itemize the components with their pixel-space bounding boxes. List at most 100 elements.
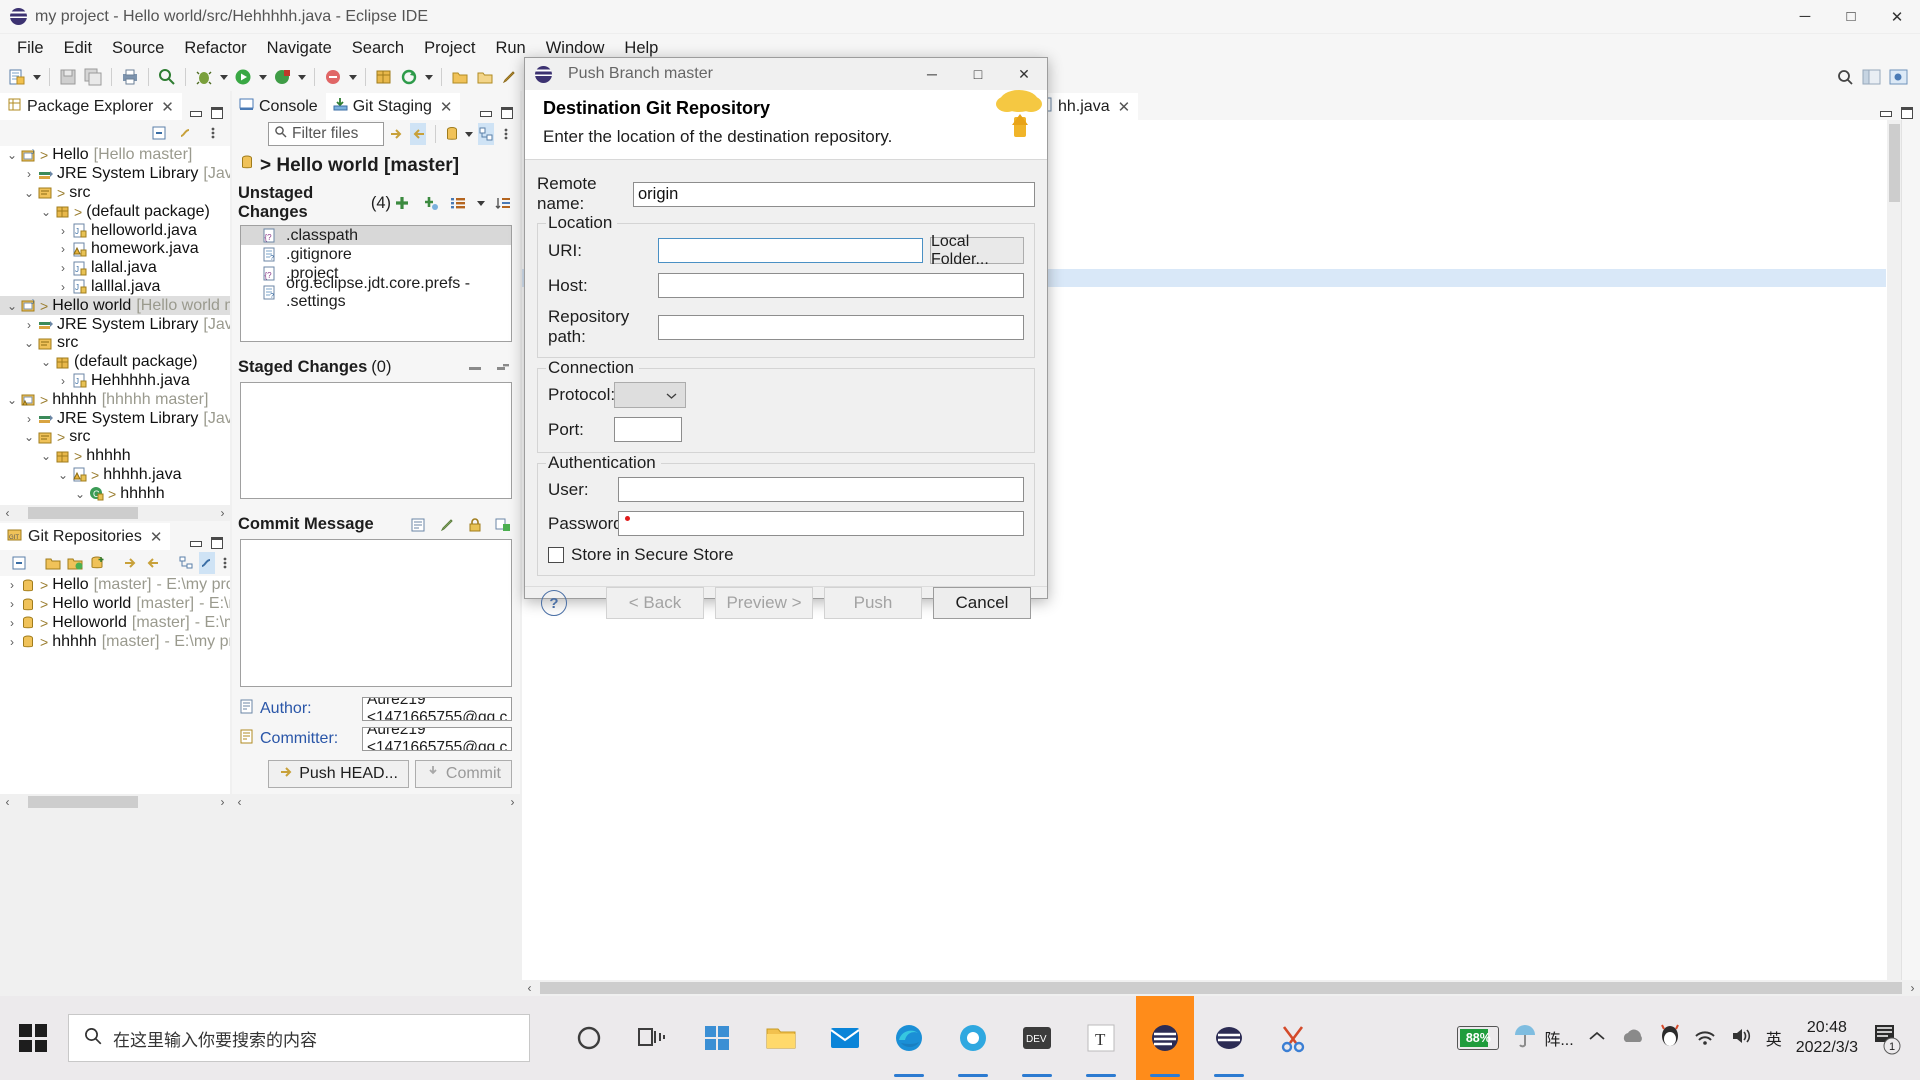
- amend-commit-icon[interactable]: [436, 514, 458, 536]
- menu-source[interactable]: Source: [103, 36, 173, 61]
- author-input[interactable]: Aure219 <1471665755@qq.c: [362, 697, 512, 721]
- tree-item-jre-system-library[interactable]: › JRE System Library[JavaSE-17: [0, 315, 230, 334]
- menu-edit[interactable]: Edit: [55, 36, 101, 61]
- unstaged-changes-list[interactable]: {? .classpath? .gitignore {? .project? org.ec…: [240, 225, 512, 342]
- open-folder-icon[interactable]: [449, 66, 471, 88]
- tree-item-jre-system-library[interactable]: › JRE System Library[JavaSE-17: [0, 165, 230, 184]
- unstage-selected-icon[interactable]: [492, 357, 514, 379]
- eclipse-secondary-icon[interactable]: [1200, 996, 1258, 1080]
- start-button[interactable]: [0, 996, 66, 1080]
- tree-item-default-package[interactable]: ⌄ > (default package): [0, 202, 230, 221]
- push-staging-icon[interactable]: [410, 123, 427, 145]
- minimize-view-button[interactable]: [479, 106, 493, 120]
- onedrive-icon[interactable]: [1620, 1028, 1646, 1049]
- staging-file-row[interactable]: {? .classpath: [241, 226, 511, 245]
- tree-item-src[interactable]: ⌄ > src: [0, 184, 230, 203]
- tab-console[interactable]: Console: [232, 93, 326, 120]
- eclipse-taskbar-icon[interactable]: [1136, 996, 1194, 1080]
- dev-app-icon[interactable]: DEV: [1008, 996, 1066, 1080]
- taskbar-clock[interactable]: 20:48 2022/3/3: [1796, 1018, 1858, 1058]
- twisty-expanded-icon[interactable]: ⌄: [38, 449, 54, 463]
- collapse-all-icon[interactable]: [11, 552, 27, 574]
- view-menu-icon[interactable]: [220, 552, 230, 574]
- committer-input[interactable]: Aure219 <1471665755@qq.c: [362, 727, 512, 751]
- twisty-collapsed-icon[interactable]: ›: [55, 242, 71, 256]
- tree-item-homework-java[interactable]: › homework.java: [0, 240, 230, 259]
- search-toolbar-icon[interactable]: [156, 66, 178, 88]
- password-input[interactable]: [618, 511, 1024, 536]
- coverage-icon[interactable]: [322, 66, 344, 88]
- tab-git-repositories[interactable]: GIT Git Repositories ✕: [0, 521, 171, 550]
- mail-icon[interactable]: [816, 996, 874, 1080]
- window-minimize-button[interactable]: ─: [1782, 0, 1828, 33]
- scroll-right-button[interactable]: ›: [215, 505, 230, 521]
- tree-item-lalllal-java[interactable]: › Jlalllal.java: [0, 278, 230, 297]
- twisty-expanded-icon[interactable]: ⌄: [21, 336, 37, 350]
- editor-overview-ruler[interactable]: [1901, 120, 1920, 980]
- notification-center-button[interactable]: 1: [1872, 1021, 1902, 1055]
- push-head-button[interactable]: Push HEAD...: [268, 760, 409, 788]
- package-explorer-hscrollbar[interactable]: ‹ ›: [0, 505, 230, 521]
- unstage-all-icon[interactable]: [464, 357, 486, 379]
- ime-indicator[interactable]: 英: [1766, 1026, 1782, 1050]
- coverage-dropdown-icon[interactable]: [347, 66, 358, 88]
- twisty-expanded-icon[interactable]: ⌄: [38, 205, 54, 219]
- window-maximize-button[interactable]: □: [1828, 0, 1874, 33]
- scroll-right-button[interactable]: ›: [505, 794, 520, 810]
- tree-item-hhhhh-java[interactable]: ⌄ > hhhhh.java: [0, 466, 230, 485]
- twisty-collapsed-icon[interactable]: ›: [55, 280, 71, 294]
- package-explorer-tree[interactable]: ⌄ J > Hello [Hello master] › JRE System Librar…: [0, 146, 230, 505]
- tree-item-src[interactable]: ⌄ > src: [0, 428, 230, 447]
- scroll-left-button[interactable]: ‹: [232, 794, 247, 810]
- presentation-dropdown-icon[interactable]: [475, 192, 486, 214]
- clone-repository-icon[interactable]: [45, 552, 62, 574]
- window-close-button[interactable]: ✕: [1874, 0, 1920, 33]
- protocol-select[interactable]: [614, 382, 686, 408]
- tree-item-helloworld-java[interactable]: › Jhelloworld.java: [0, 221, 230, 240]
- push-all-icon[interactable]: [144, 552, 160, 574]
- new-java-package-icon[interactable]: [373, 66, 395, 88]
- cancel-button[interactable]: Cancel: [933, 587, 1031, 619]
- staging-file-row[interactable]: ? .gitignore: [241, 245, 511, 264]
- file-explorer-icon[interactable]: [752, 996, 810, 1080]
- run-external-dropdown-icon[interactable]: [296, 66, 307, 88]
- volume-icon[interactable]: [1730, 1026, 1752, 1051]
- menu-search[interactable]: Search: [343, 36, 413, 61]
- show-hidden-icons-button[interactable]: [1588, 1029, 1606, 1048]
- sign-commit-icon[interactable]: [464, 514, 486, 536]
- staging-layout-icon[interactable]: [477, 123, 494, 145]
- twisty-expanded-icon[interactable]: ⌄: [55, 468, 71, 482]
- twisty-expanded-icon[interactable]: ⌄: [4, 299, 20, 313]
- commit-button[interactable]: Commit: [414, 760, 512, 788]
- list-presentation-icon[interactable]: [447, 192, 469, 214]
- port-input[interactable]: [614, 417, 682, 442]
- tree-item-hhhhh[interactable]: ⌄ C > hhhhh: [0, 484, 230, 503]
- minimize-view-button[interactable]: [189, 106, 203, 120]
- weather-widget[interactable]: 阵...: [1513, 1023, 1574, 1054]
- refresh-dropdown-icon[interactable]: [423, 66, 434, 88]
- tree-item-hhhhh[interactable]: ⌄ > hhhhh: [0, 447, 230, 466]
- repository-dropdown-icon[interactable]: [465, 123, 473, 145]
- twisty-expanded-icon[interactable]: ⌄: [72, 487, 88, 501]
- editor-vscroll-thumb[interactable]: [1889, 124, 1900, 202]
- hierarchy-layout-icon[interactable]: [178, 552, 194, 574]
- editor-vscrollbar[interactable]: [1887, 120, 1902, 980]
- twisty-expanded-icon[interactable]: ⌄: [21, 186, 37, 200]
- editor-hscrollbar[interactable]: ‹ ›: [522, 980, 1920, 996]
- twisty-collapsed-icon[interactable]: ›: [4, 616, 20, 630]
- remote-name-input[interactable]: origin: [633, 181, 1035, 207]
- save-icon[interactable]: [57, 66, 79, 88]
- perspective-git-icon[interactable]: [1888, 66, 1910, 88]
- refresh-staging-icon[interactable]: [389, 123, 405, 145]
- tree-item-lallal-java[interactable]: › Jlallal.java: [0, 259, 230, 278]
- twisty-expanded-icon[interactable]: ⌄: [21, 430, 37, 444]
- maximize-view-button[interactable]: [500, 106, 514, 120]
- repository-item-hhhhh[interactable]: › >hhhhh[master]- E:\my project: [0, 632, 230, 651]
- debug-icon[interactable]: [193, 66, 215, 88]
- twisty-expanded-icon[interactable]: ⌄: [4, 393, 20, 407]
- twisty-collapsed-icon[interactable]: ›: [4, 597, 20, 611]
- link-editor-icon[interactable]: [175, 122, 197, 144]
- menu-refactor[interactable]: Refactor: [175, 36, 255, 61]
- run-dropdown-icon[interactable]: [257, 66, 268, 88]
- microsoft-store-icon[interactable]: [688, 996, 746, 1080]
